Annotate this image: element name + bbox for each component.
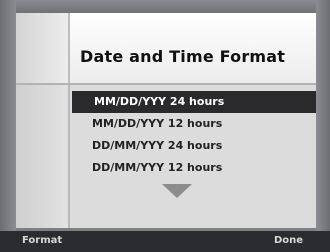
title-bar: Date and Time Format [16,13,316,85]
format-option-mdy-24[interactable]: MM/DD/YYY 24 hours [72,91,316,113]
page-title: Date and Time Format [80,47,286,66]
bezel-left [0,0,16,252]
bezel-top [0,0,330,13]
format-option-mdy-12[interactable]: MM/DD/YYY 12 hours [70,113,316,135]
done-softkey[interactable]: Done [274,235,303,246]
format-option-list: MM/DD/YYY 24 hours MM/DD/YYY 12 hours DD… [70,91,316,179]
format-option-dmy-24[interactable]: DD/MM/YYY 24 hours [70,135,316,157]
display-screen: Date and Time Format MM/DD/YYY 24 hours … [16,13,316,228]
softkey-bar: Format Done [0,231,330,252]
bezel-right [316,0,330,252]
format-option-dmy-12[interactable]: DD/MM/YYY 12 hours [70,157,316,179]
title-rail [16,13,70,83]
format-softkey[interactable]: Format [22,235,62,246]
down-triangle-icon[interactable] [162,184,192,198]
